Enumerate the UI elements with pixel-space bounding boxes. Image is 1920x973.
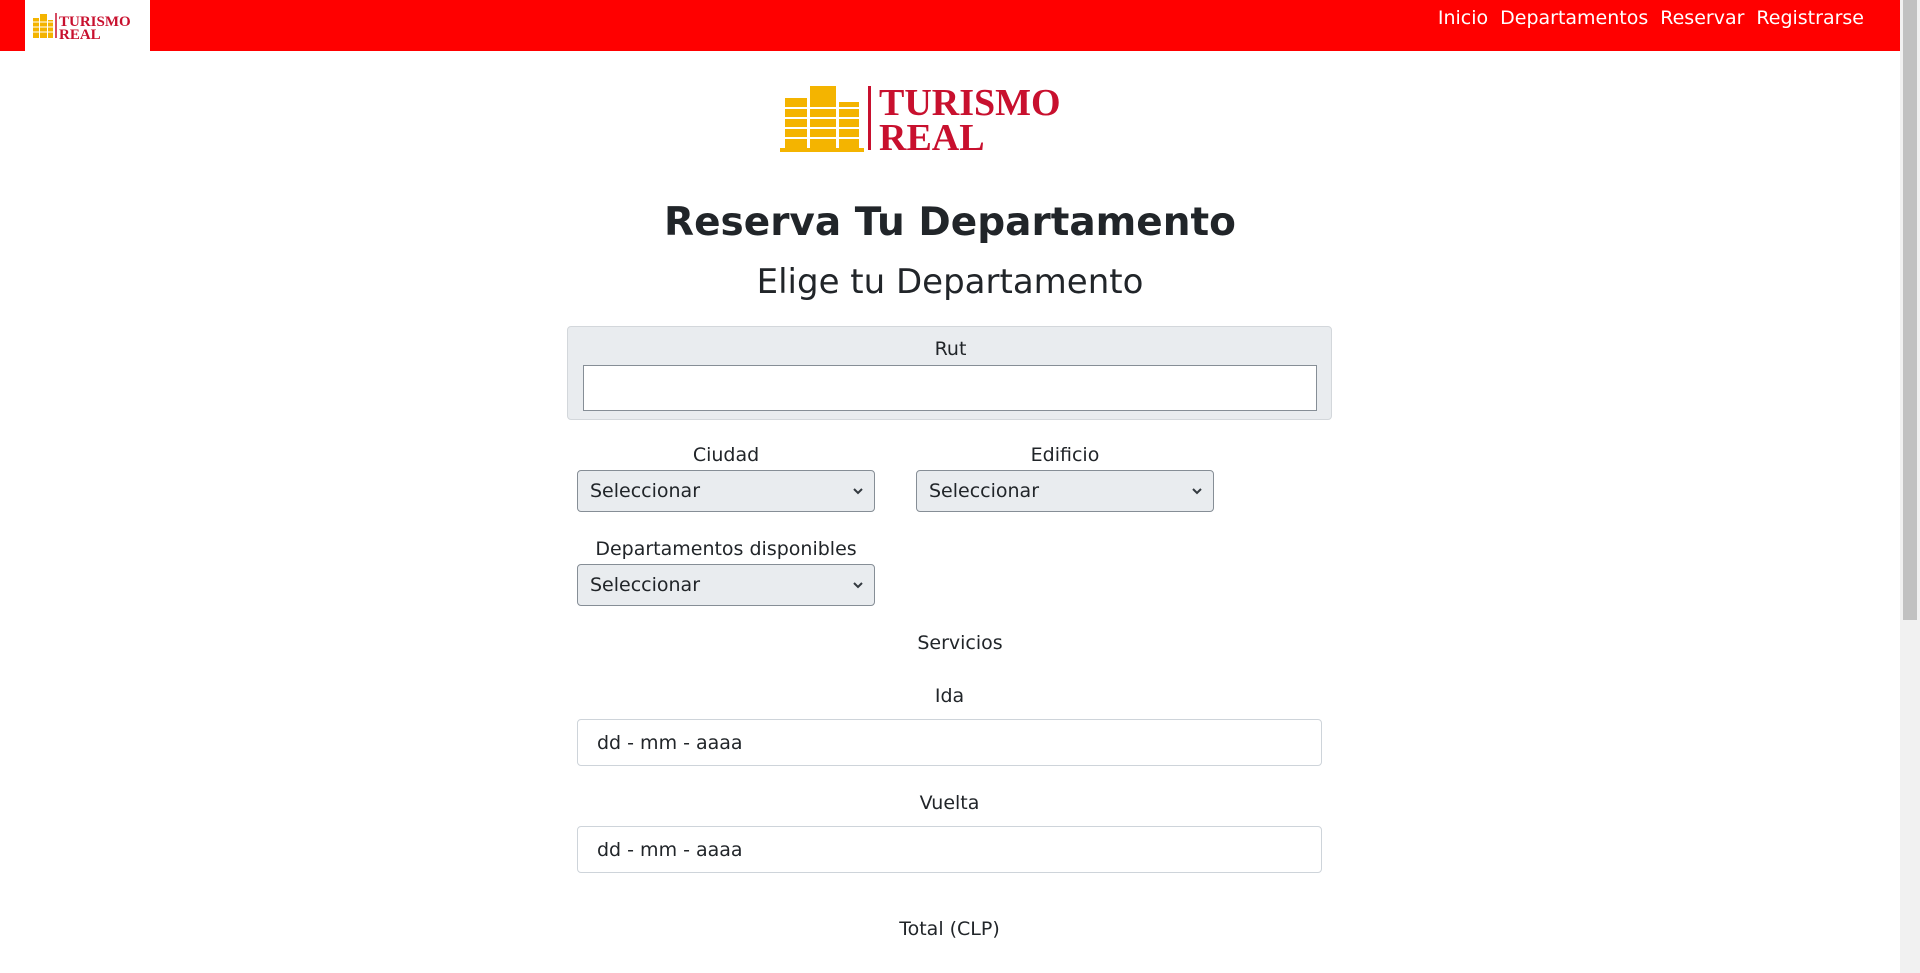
departamentos-select-value: Seleccionar [590,574,701,596]
nav-link-reservar[interactable]: Reservar [1660,7,1744,29]
edificio-label: Edificio [1030,444,1100,466]
nav-logo[interactable]: TURISMO REAL [25,0,150,51]
scrollbar-thumb[interactable] [1903,0,1917,620]
ciudad-select-value: Seleccionar [590,480,701,502]
brand-logo: TURISMO REAL [780,78,1120,160]
page-subtitle: Elige tu Departamento [756,262,1144,302]
chevron-down-icon [853,488,863,495]
edificio-select-value: Seleccionar [929,480,1040,502]
nav-logo-line2: REAL [59,27,101,43]
building-icon [33,14,53,38]
rut-input[interactable] [583,365,1317,411]
vuelta-label: Vuelta [919,792,980,814]
total-label: Total (CLP) [899,918,1000,940]
departamentos-label: Departamentos disponibles [595,538,857,560]
chevron-down-icon [853,582,863,589]
brand-logo-line2: REAL [879,117,985,159]
ciudad-select[interactable]: Seleccionar [577,470,875,512]
buildings-icon [780,86,864,152]
nav-link-inicio[interactable]: Inicio [1438,7,1488,29]
departamentos-select[interactable]: Seleccionar [577,564,875,606]
rut-panel: Rut [567,326,1332,420]
ida-label: Ida [934,685,965,707]
vuelta-date-input[interactable]: dd - mm - aaaa [577,826,1322,873]
nav-link-departamentos[interactable]: Departamentos [1500,7,1648,29]
page-title: Reserva Tu Departamento [664,200,1236,245]
ida-date-input[interactable]: dd - mm - aaaa [577,719,1322,766]
navbar: TURISMO REAL Inicio Departamentos Reserv… [0,0,1900,51]
nav-link-registrarse[interactable]: Registrarse [1756,7,1864,29]
nav-links: Inicio Departamentos Reservar Registrars… [1438,7,1864,29]
rut-label: Rut [934,338,967,360]
scrollbar[interactable] [1900,0,1920,973]
servicios-label: Servicios [917,632,1003,654]
chevron-down-icon [1192,488,1202,495]
edificio-select[interactable]: Seleccionar [916,470,1214,512]
ciudad-label: Ciudad [692,444,760,466]
